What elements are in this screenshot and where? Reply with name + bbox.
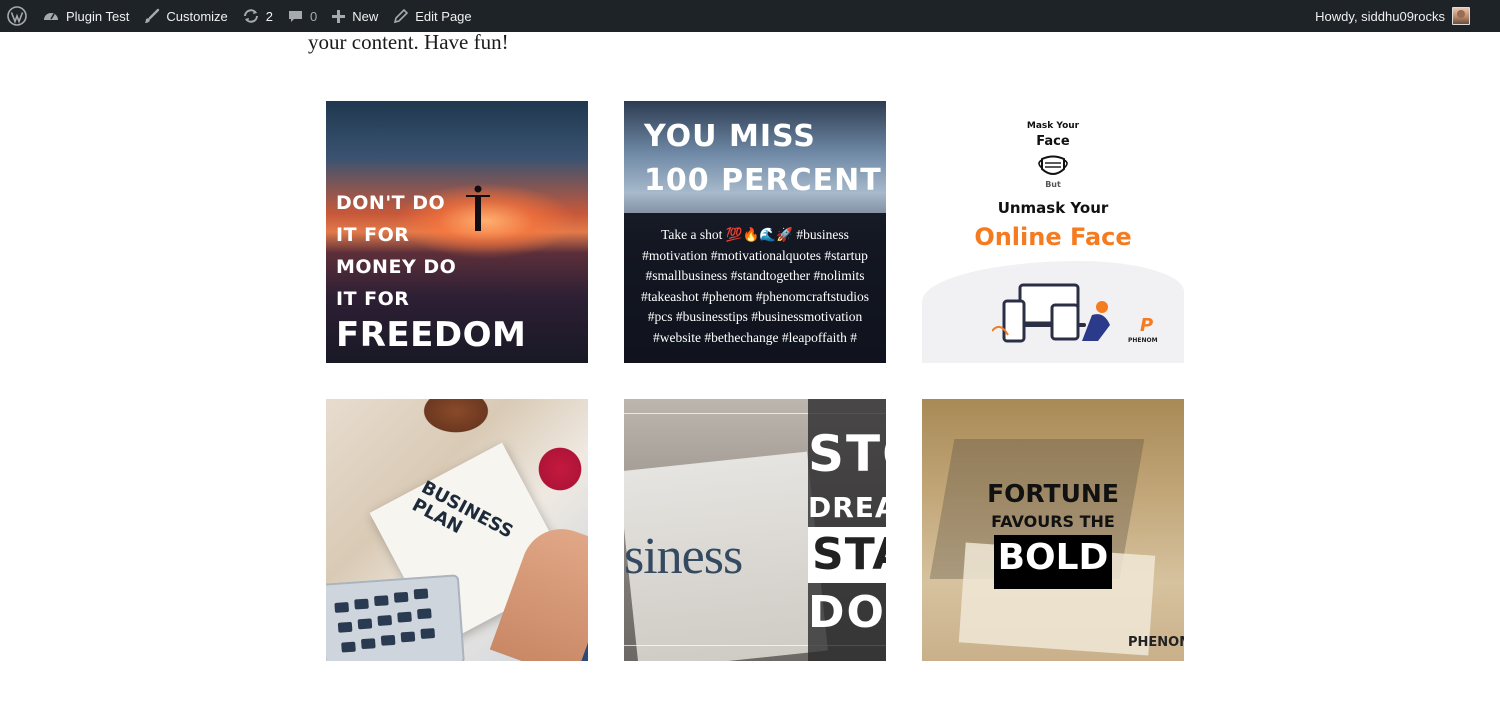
quote-line: DON'T DO xyxy=(336,192,446,214)
overlay-word: DOI xyxy=(808,587,886,638)
phenom-logo: P xyxy=(1140,315,1154,336)
admin-bar-left: Plugin Test Customize 2 0 New Edit Page xyxy=(0,0,479,32)
wordpress-icon xyxy=(7,6,27,26)
freedom-quote: DON'T DO IT FOR MONEY DO IT FOR FREEDOM xyxy=(336,187,526,355)
comments-count: 0 xyxy=(310,8,318,24)
pencil-icon xyxy=(394,8,409,23)
text-line: Face xyxy=(1036,134,1070,149)
gallery-tile-business-plan[interactable]: BUSINESS PLAN xyxy=(326,399,588,661)
overlay-word: STA xyxy=(812,529,886,580)
comment-icon xyxy=(289,10,303,22)
gallery-tile-take-a-shot[interactable]: YOU MISS 100 PERCENT Take a shot 💯🔥🌊🚀 #b… xyxy=(624,101,886,363)
new-content-menu[interactable]: New xyxy=(324,0,385,32)
text-line: Unmask Your xyxy=(997,199,1109,217)
updates-icon xyxy=(243,9,258,23)
avatar xyxy=(1452,7,1470,25)
calculator xyxy=(326,574,465,661)
quote-line: FAVOURS THE xyxy=(991,512,1115,531)
brand-name: PHENOM xyxy=(1128,635,1184,650)
admin-bar-right: Howdy, siddhu09rocks xyxy=(1308,0,1500,32)
brush-icon xyxy=(145,8,160,23)
plus-icon xyxy=(332,9,346,23)
headline-line: YOU MISS xyxy=(644,119,816,154)
dashboard-icon xyxy=(44,13,58,20)
quote-big-word: FREEDOM xyxy=(336,315,527,355)
greeting-label: Howdy, siddhu09rocks xyxy=(1315,8,1445,24)
hover-caption-overlay: Take a shot 💯🔥🌊🚀 #business #motivation #… xyxy=(624,213,886,363)
quote-line: FORTUNE xyxy=(987,479,1119,508)
edit-page-link[interactable]: Edit Page xyxy=(385,0,478,32)
gallery-tile-freedom[interactable]: DON'T DO IT FOR MONEY DO IT FOR FREEDOM xyxy=(326,101,588,363)
site-name-label: Plugin Test xyxy=(66,8,130,24)
wordpress-menu[interactable] xyxy=(0,0,35,32)
face-mask-icon xyxy=(1038,155,1068,175)
customize-link[interactable]: Customize xyxy=(136,0,234,32)
edit-page-label: Edit Page xyxy=(415,8,472,24)
gallery-tile-online-face[interactable]: Mask Your Face But Unmask Your Online Fa… xyxy=(922,101,1184,363)
overlay-word: STO xyxy=(808,425,886,483)
quote-line: IT FOR xyxy=(336,288,410,310)
admin-bar: Plugin Test Customize 2 0 New Edit Page … xyxy=(0,0,1500,32)
devices-illustration-icon xyxy=(992,283,1110,343)
quote-big-word: BOLD xyxy=(997,537,1109,578)
caption-text: Take a shot 💯🔥🌊🚀 #business #motivation #… xyxy=(641,227,869,345)
gallery-tile-stop-dreaming[interactable]: siness STO DREAM STA DOI xyxy=(624,399,886,661)
account-menu[interactable]: Howdy, siddhu09rocks xyxy=(1308,0,1500,32)
overlay-word: DREAM xyxy=(808,491,886,524)
new-label: New xyxy=(352,8,379,24)
updates-link[interactable]: 2 xyxy=(235,0,280,32)
site-name-menu[interactable]: Plugin Test xyxy=(35,0,136,32)
comments-link[interactable]: 0 xyxy=(280,0,324,32)
newspaper-headline: siness xyxy=(624,528,743,585)
text-line: Mask Your xyxy=(1026,121,1080,131)
quote-line: IT FOR xyxy=(336,224,410,246)
text-line: But xyxy=(1045,180,1061,189)
tile-headline: YOU MISS 100 PERCENT xyxy=(644,115,882,203)
headline-line: 100 PERCENT xyxy=(644,163,882,198)
updates-count: 2 xyxy=(265,8,274,24)
text-line-highlight: Online Face xyxy=(974,223,1132,251)
gallery-tile-fortune[interactable]: FORTUNE FAVOURS THE BOLD PHENOM xyxy=(922,399,1184,661)
quote-line: MONEY DO xyxy=(336,256,457,278)
brand-name: PHENOM xyxy=(1128,337,1158,344)
customize-label: Customize xyxy=(166,8,228,24)
